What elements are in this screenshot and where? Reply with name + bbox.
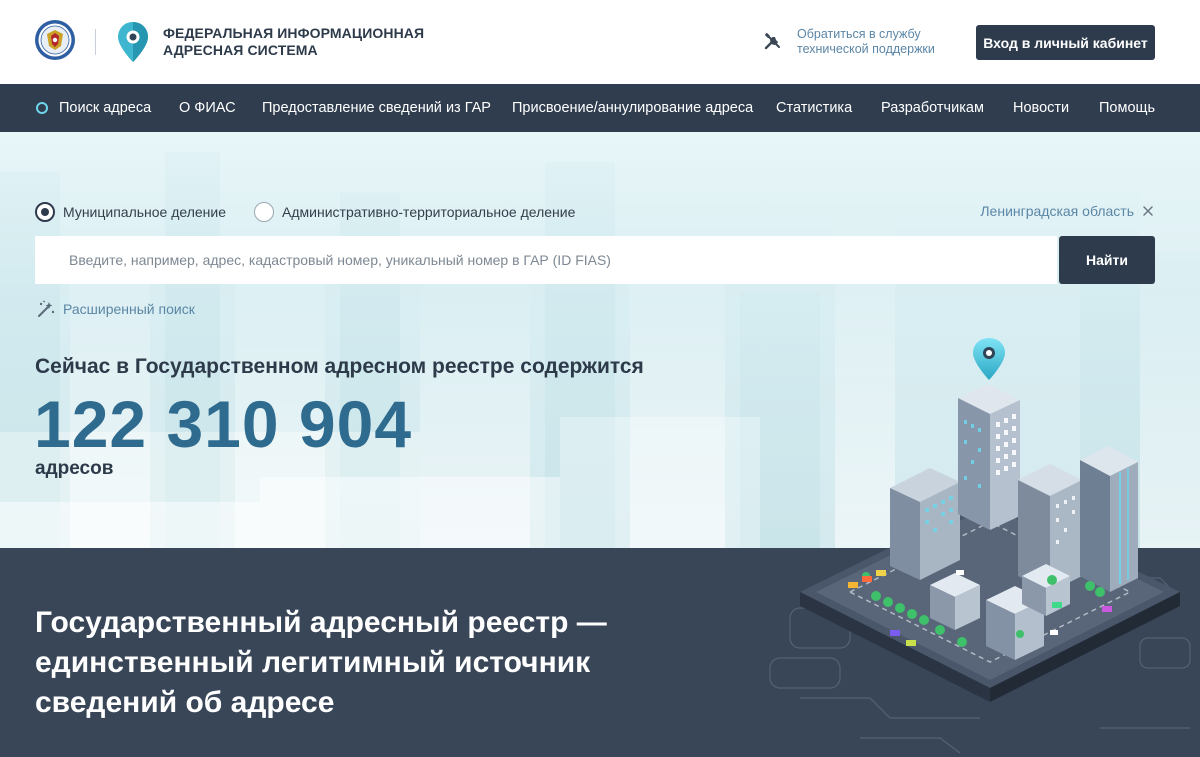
nav-item-assignment[interactable]: Присвоение/аннулирование адреса	[512, 84, 753, 132]
support-line-1: Обратиться в службу	[797, 27, 921, 41]
region-filter-label: Ленинградская область	[980, 203, 1134, 219]
advanced-search-link[interactable]: Расширенный поиск	[36, 299, 195, 319]
brand-line-1: ФЕДЕРАЛЬНАЯ ИНФОРМАЦИОННАЯ	[163, 25, 425, 41]
brand-line-2: АДРЕСНАЯ СИСТЕМА	[163, 42, 318, 58]
brand-title[interactable]: ФЕДЕРАЛЬНАЯ ИНФОРМАЦИОННАЯ АДРЕСНАЯ СИСТ…	[163, 25, 424, 59]
search-button[interactable]: Найти	[1059, 236, 1155, 284]
address-search-input[interactable]	[35, 236, 1057, 284]
tagline-line-3: сведений об адресе	[35, 686, 335, 719]
tagline: Государственный адресный реестр — единст…	[35, 603, 675, 723]
map-pin-logo-icon[interactable]	[115, 20, 151, 64]
address-count: 122 310 904	[34, 387, 413, 461]
fns-emblem-icon[interactable]	[34, 19, 76, 61]
division-type-radio-group: Муниципальное деление Административно-те…	[35, 202, 575, 222]
radio-municipal-label[interactable]: Муниципальное деление	[63, 204, 226, 220]
active-indicator-icon	[36, 102, 48, 114]
nav-item-address-search[interactable]: Поиск адреса	[59, 84, 151, 132]
tagline-line-1: Государственный адресный реестр —	[35, 606, 607, 639]
header-divider	[95, 29, 96, 55]
region-filter[interactable]: Ленинградская область	[980, 203, 1154, 219]
stats-heading: Сейчас в Государственном адресном реестр…	[35, 355, 644, 378]
nav-item-about[interactable]: О ФИАС	[179, 84, 236, 132]
radio-admin-territorial[interactable]	[254, 202, 275, 222]
site-header: ФЕДЕРАЛЬНАЯ ИНФОРМАЦИОННАЯ АДРЕСНАЯ СИСТ…	[0, 0, 1200, 84]
support-line-2: технической поддержки	[797, 42, 935, 56]
nav-item-statistics[interactable]: Статистика	[776, 84, 852, 132]
radio-municipal[interactable]	[35, 202, 55, 222]
isometric-city-illustration	[800, 338, 1180, 702]
login-button[interactable]: Вход в личный кабинет	[976, 25, 1155, 60]
tagline-line-2: единственный легитимный источник	[35, 646, 591, 679]
address-count-unit: адресов	[35, 458, 114, 479]
radio-admin-territorial-label[interactable]: Административно-территориальное деление	[282, 204, 575, 220]
magic-wand-icon	[38, 300, 55, 317]
nav-item-developers[interactable]: Разработчикам	[881, 84, 984, 132]
nav-item-help[interactable]: Помощь	[1099, 84, 1155, 132]
support-link[interactable]: Обратиться в службу технической поддержк…	[762, 27, 935, 57]
close-icon[interactable]	[1142, 205, 1154, 217]
main-nav: Поиск адреса О ФИАС Предоставление сведе…	[0, 84, 1200, 132]
tools-icon	[764, 33, 780, 50]
nav-item-news[interactable]: Новости	[1013, 84, 1069, 132]
advanced-search-label: Расширенный поиск	[63, 301, 195, 317]
nav-item-gar-info[interactable]: Предоставление сведений из ГАР	[262, 84, 491, 132]
